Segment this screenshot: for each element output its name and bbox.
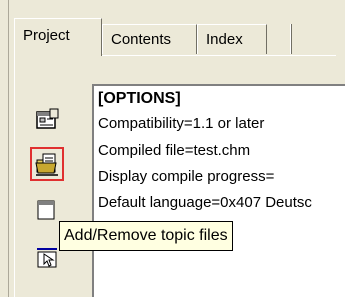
- view-html-source-icon: [34, 245, 60, 271]
- change-options-icon: [34, 107, 60, 133]
- list-item: Compatibility=1.1 or later: [98, 115, 265, 132]
- tooltip: Add/Remove topic files: [59, 221, 233, 251]
- options-section-header: [OPTIONS]: [98, 90, 181, 107]
- list-item: Compiled file=test.chm: [98, 142, 251, 159]
- tab-strip-end-divider: [290, 24, 292, 54]
- project-file-listbox[interactable]: [OPTIONS] Compatibility=1.1 or later Com…: [92, 84, 345, 297]
- change-options-button[interactable]: [30, 103, 64, 137]
- add-remove-files-icon: [34, 151, 60, 177]
- tab-index[interactable]: Index: [197, 24, 267, 54]
- tab-contents[interactable]: Contents: [102, 24, 197, 54]
- add-remove-files-button[interactable]: [30, 147, 64, 181]
- list-item: Display compile progress=: [98, 168, 275, 185]
- tab-project[interactable]: Project: [14, 18, 102, 56]
- add-remove-topics-icon: [34, 198, 60, 224]
- window-frame-edge: [0, 0, 9, 297]
- list-item: Default language=0x407 Deutsc: [98, 194, 312, 211]
